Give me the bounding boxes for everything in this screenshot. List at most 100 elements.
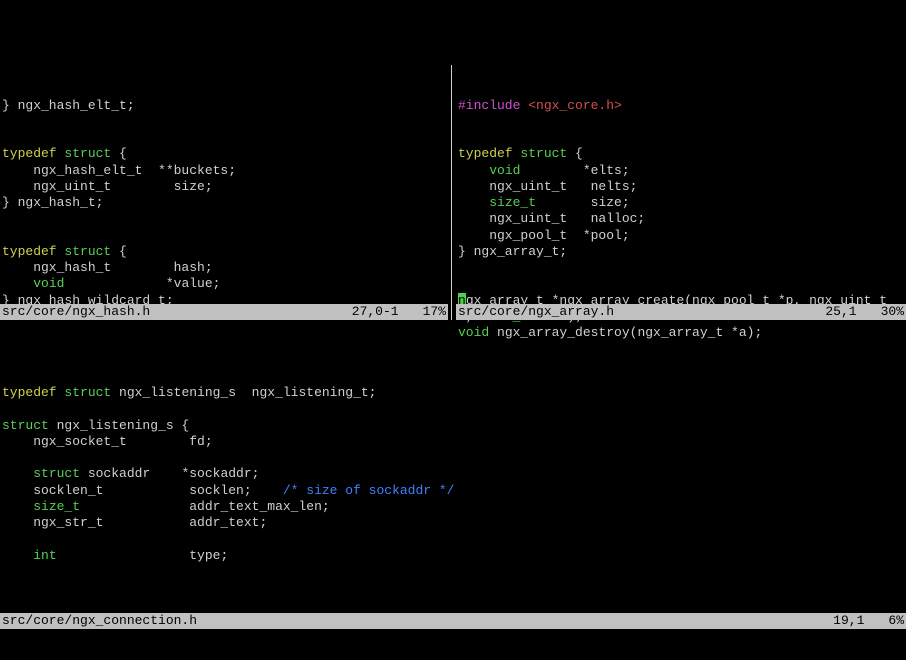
bottom-pane[interactable]: typedef struct ngx_listening_s ngx_liste… bbox=[0, 320, 906, 629]
code-line[interactable]: size_t addr_text_max_len; bbox=[2, 499, 904, 515]
bottom-status: src/core/ngx_connection.h 19,1 6% bbox=[0, 613, 906, 629]
code-line[interactable]: struct ngx_listening_s { bbox=[2, 418, 904, 434]
top-row: } ngx_hash_elt_t; typedef struct { ngx_h… bbox=[0, 65, 906, 320]
code-line[interactable] bbox=[2, 211, 446, 227]
code-token: socklen_t socklen; bbox=[2, 483, 283, 498]
code-token: typedef bbox=[2, 146, 57, 161]
code-token: void bbox=[489, 163, 520, 178]
code-line[interactable]: typedef struct { bbox=[2, 146, 446, 162]
code-token: ngx_listening_s { bbox=[49, 418, 189, 433]
code-token: ngx_socket_t fd; bbox=[2, 434, 213, 449]
code-token: } ngx_hash_elt_t; bbox=[2, 98, 135, 113]
right-status: src/core/ngx_array.h 25,1 30% bbox=[456, 304, 906, 320]
code-token: } ngx_array_t; bbox=[458, 244, 567, 259]
code-token: sockaddr *sockaddr; bbox=[80, 466, 259, 481]
code-line[interactable] bbox=[2, 369, 904, 385]
code-line[interactable]: typedef struct { bbox=[2, 244, 446, 260]
code-token: typedef bbox=[2, 244, 57, 259]
code-token: typedef bbox=[458, 146, 513, 161]
status-cursor-pos: 27,0-1 bbox=[352, 304, 399, 320]
code-line[interactable]: #include <ngx_core.h> bbox=[458, 98, 904, 114]
code-token: size_t bbox=[489, 195, 536, 210]
code-token: typedef bbox=[2, 385, 57, 400]
code-token: size_t bbox=[33, 499, 80, 514]
status-percent: 17% bbox=[423, 304, 446, 320]
code-line[interactable]: ngx_uint_t nelts; bbox=[458, 179, 904, 195]
code-token: ngx_uint_t nalloc; bbox=[458, 211, 645, 226]
code-token: struct bbox=[64, 146, 111, 161]
code-token: ngx_hash_elt_t **buckets; bbox=[2, 163, 236, 178]
code-token bbox=[2, 548, 33, 563]
code-line[interactable] bbox=[2, 564, 904, 580]
code-line[interactable] bbox=[2, 450, 904, 466]
code-token: *value; bbox=[64, 276, 220, 291]
code-token: ngx_pool_t *pool; bbox=[458, 228, 630, 243]
code-line[interactable]: ngx_hash_elt_t **buckets; bbox=[2, 163, 446, 179]
code-line[interactable]: ngx_str_t addr_text; bbox=[2, 515, 904, 531]
left-pane[interactable]: } ngx_hash_elt_t; typedef struct { ngx_h… bbox=[0, 65, 448, 320]
vim-container: } ngx_hash_elt_t; typedef struct { ngx_h… bbox=[0, 65, 906, 579]
code-token bbox=[2, 499, 33, 514]
code-line[interactable]: int type; bbox=[2, 548, 904, 564]
code-line[interactable]: ngx_socket_t fd; bbox=[2, 434, 904, 450]
status-filename: src/core/ngx_connection.h bbox=[2, 613, 833, 629]
code-line[interactable] bbox=[2, 401, 904, 417]
code-line[interactable]: struct sockaddr *sockaddr; bbox=[2, 466, 904, 482]
code-token: #include bbox=[458, 98, 528, 113]
code-line[interactable]: size_t size; bbox=[458, 195, 904, 211]
code-line[interactable]: } ngx_hash_t; bbox=[2, 195, 446, 211]
left-code[interactable]: } ngx_hash_elt_t; typedef struct { ngx_h… bbox=[0, 98, 448, 326]
code-line[interactable] bbox=[458, 276, 904, 292]
code-line[interactable] bbox=[2, 531, 904, 547]
code-line[interactable] bbox=[2, 114, 446, 130]
code-line[interactable]: ngx_uint_t nalloc; bbox=[458, 211, 904, 227]
code-token: struct bbox=[520, 146, 567, 161]
code-token: /* size of sockaddr */ bbox=[283, 483, 455, 498]
code-token: } ngx_hash_t; bbox=[2, 195, 103, 210]
code-line[interactable]: } ngx_hash_elt_t; bbox=[2, 98, 446, 114]
code-token: int bbox=[33, 548, 56, 563]
bottom-code[interactable]: typedef struct ngx_listening_s ngx_liste… bbox=[0, 353, 906, 581]
code-line[interactable]: void *value; bbox=[2, 276, 446, 292]
code-token: ngx_listening_s ngx_listening_t; bbox=[111, 385, 376, 400]
code-token: ngx_uint_t nelts; bbox=[458, 179, 637, 194]
code-line[interactable] bbox=[458, 114, 904, 130]
code-token: struct bbox=[2, 418, 49, 433]
status-filename: src/core/ngx_hash.h bbox=[2, 304, 352, 320]
code-token: struct bbox=[64, 244, 111, 259]
code-token bbox=[458, 163, 489, 178]
code-line[interactable]: ngx_uint_t size; bbox=[2, 179, 446, 195]
code-line[interactable] bbox=[2, 353, 904, 369]
code-line[interactable] bbox=[458, 260, 904, 276]
code-token: size; bbox=[536, 195, 630, 210]
status-percent: 6% bbox=[888, 613, 904, 629]
code-token: type; bbox=[57, 548, 229, 563]
status-percent: 30% bbox=[881, 304, 904, 320]
code-token: void bbox=[33, 276, 64, 291]
status-filename: src/core/ngx_array.h bbox=[458, 304, 825, 320]
code-line[interactable] bbox=[2, 228, 446, 244]
code-line[interactable]: ngx_hash_t hash; bbox=[2, 260, 446, 276]
code-token: struct bbox=[33, 466, 80, 481]
code-token: ngx_hash_t hash; bbox=[2, 260, 213, 275]
right-pane[interactable]: #include <ngx_core.h> typedef struct { v… bbox=[456, 65, 906, 320]
code-token: { bbox=[567, 146, 583, 161]
code-token: { bbox=[111, 146, 127, 161]
code-token bbox=[458, 195, 489, 210]
code-token: <ngx_core.h> bbox=[528, 98, 622, 113]
code-token: ngx_str_t addr_text; bbox=[2, 515, 267, 530]
code-token: ngx_uint_t size; bbox=[2, 179, 213, 194]
code-line[interactable] bbox=[2, 130, 446, 146]
code-line[interactable]: typedef struct { bbox=[458, 146, 904, 162]
code-line[interactable] bbox=[458, 130, 904, 146]
code-token bbox=[2, 466, 33, 481]
code-token: struct bbox=[64, 385, 111, 400]
code-line[interactable]: } ngx_array_t; bbox=[458, 244, 904, 260]
code-line[interactable]: void *elts; bbox=[458, 163, 904, 179]
code-token: addr_text_max_len; bbox=[80, 499, 330, 514]
code-line[interactable]: socklen_t socklen; /* size of sockaddr *… bbox=[2, 483, 904, 499]
code-line[interactable]: typedef struct ngx_listening_s ngx_liste… bbox=[2, 385, 904, 401]
vertical-split-bar[interactable] bbox=[448, 65, 456, 320]
code-line[interactable]: ngx_pool_t *pool; bbox=[458, 228, 904, 244]
code-token: { bbox=[111, 244, 127, 259]
